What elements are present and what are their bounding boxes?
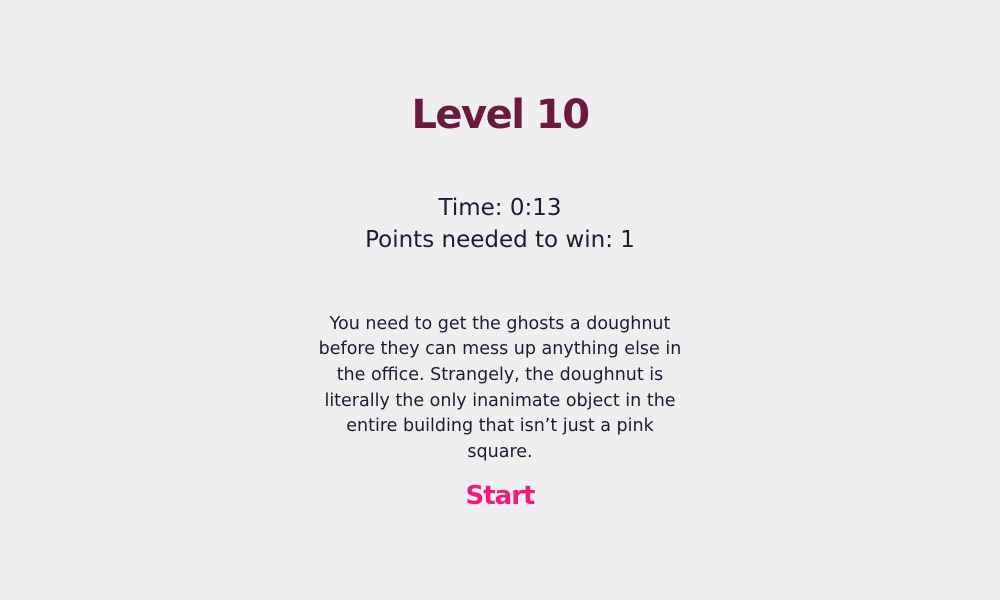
points-needed: Points needed to win: 1 [365,227,635,253]
level-description: You need to get the ghosts a doughnut be… [318,313,682,463]
level-title: Level 10 [411,91,590,138]
level-stats: Time: 0:13 Points needed to win: 1 [0,192,1000,256]
time-remaining: Time: 0:13 [438,195,562,221]
start-button[interactable]: Start [440,476,560,516]
level-intro-screen: Level 10 Time: 0:13 Points needed to win… [0,0,1000,600]
